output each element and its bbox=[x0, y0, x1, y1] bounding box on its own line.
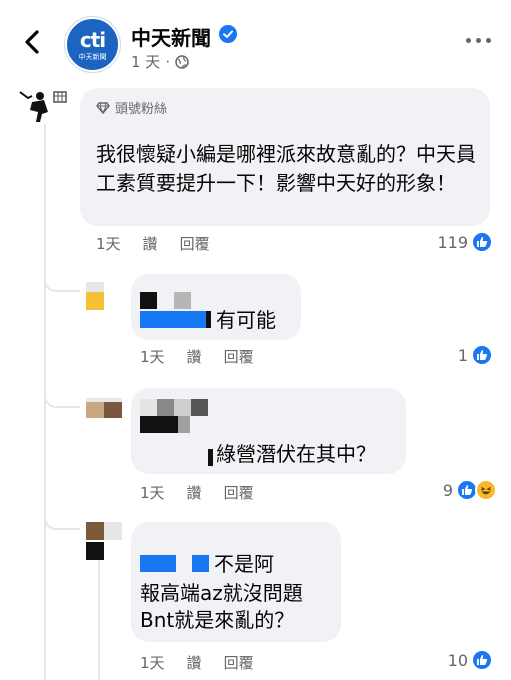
reply-actions: 1天 讚 回覆 bbox=[140, 652, 254, 673]
reaction-summary[interactable]: 10 bbox=[448, 649, 493, 671]
like-action[interactable]: 讚 bbox=[187, 482, 202, 503]
redacted-name-block bbox=[192, 555, 209, 572]
reply-avatar[interactable] bbox=[86, 398, 122, 418]
post-header: cti 中天新聞 中天新聞 1 天 · bbox=[0, 0, 511, 80]
reply-text-line: Bnt就是來亂的？ bbox=[140, 608, 295, 632]
reply-text-line: 報高端az就沒問題 bbox=[140, 581, 303, 605]
thread-branch bbox=[44, 500, 80, 530]
top-fan-diamond-icon bbox=[96, 101, 110, 114]
verified-badge-icon bbox=[219, 25, 237, 43]
reaction-count: 9 bbox=[442, 480, 453, 500]
redacted-name-block bbox=[178, 416, 190, 433]
more-horizontal-icon[interactable] bbox=[466, 38, 491, 43]
reply-avatar[interactable] bbox=[86, 282, 104, 310]
redacted-name-block bbox=[174, 292, 191, 309]
haha-reaction-icon bbox=[475, 479, 497, 501]
page-name[interactable]: 中天新聞 bbox=[131, 22, 211, 51]
reply-actions: 1天 讚 回覆 bbox=[140, 346, 254, 367]
reply-action[interactable]: 回覆 bbox=[224, 346, 254, 367]
redacted-name-block bbox=[140, 292, 157, 309]
reply-action[interactable]: 回覆 bbox=[224, 652, 254, 673]
thread-branch bbox=[44, 378, 80, 408]
post-time[interactable]: 1 天 bbox=[131, 51, 160, 72]
top-fan-label: 頭號粉絲 bbox=[115, 102, 168, 117]
redacted-tag-block bbox=[208, 449, 213, 466]
page-avatar-logo[interactable]: cti 中天新聞 bbox=[65, 17, 120, 72]
redacted-name-block bbox=[140, 555, 176, 572]
like-action[interactable]: 讚 bbox=[143, 233, 158, 254]
like-reaction-icon bbox=[471, 649, 493, 671]
reaction-summary[interactable]: 119 bbox=[437, 231, 493, 253]
chevron-left-icon[interactable] bbox=[18, 27, 48, 57]
like-action[interactable]: 讚 bbox=[187, 346, 202, 367]
reply-action[interactable]: 回覆 bbox=[180, 233, 210, 254]
reaction-count: 1 bbox=[457, 345, 468, 365]
logo-subtext: 中天新聞 bbox=[78, 53, 107, 61]
redacted-name-block bbox=[191, 399, 208, 416]
redacted-tag-block bbox=[206, 311, 211, 328]
like-action[interactable]: 讚 bbox=[187, 652, 202, 673]
redacted-name-block bbox=[140, 416, 178, 433]
reaction-count: 10 bbox=[447, 650, 468, 670]
reply-actions: 1天 讚 回覆 bbox=[140, 482, 254, 503]
redacted-name-block bbox=[174, 399, 191, 416]
redacted-name-block bbox=[140, 399, 157, 416]
post-meta: 1 天 · bbox=[131, 51, 189, 72]
comment-time[interactable]: 1天 bbox=[96, 233, 121, 254]
comment-actions: 1天 讚 回覆 bbox=[96, 233, 210, 254]
reply-action[interactable]: 回覆 bbox=[224, 482, 254, 503]
reply-time[interactable]: 1天 bbox=[140, 346, 165, 367]
redacted-tag-block bbox=[140, 311, 206, 328]
reply-time[interactable]: 1天 bbox=[140, 652, 165, 673]
reaction-summary[interactable]: 9 bbox=[443, 479, 497, 501]
reaction-count: 119 bbox=[437, 232, 468, 252]
reply-time[interactable]: 1天 bbox=[140, 482, 165, 503]
reply-text: 綠營潛伏在其中？ bbox=[216, 442, 376, 466]
reply-text: 有可能 bbox=[216, 308, 276, 332]
top-fan-badge: 頭號粉絲 bbox=[96, 98, 167, 117]
nested-thread-line bbox=[98, 558, 100, 680]
thread-branch bbox=[44, 262, 80, 292]
reply-text-line: 不是阿 bbox=[214, 552, 274, 576]
reaction-summary[interactable]: 1 bbox=[458, 344, 493, 366]
commenter-avatar[interactable] bbox=[14, 88, 70, 124]
like-reaction-icon bbox=[471, 344, 493, 366]
comment-text: 我很懷疑小編是哪裡派來故意亂的？中天員工素質要提升一下！影響中天好的形象！ bbox=[96, 142, 476, 195]
like-reaction-icon bbox=[471, 231, 493, 253]
logo-text: cti bbox=[79, 28, 106, 52]
redacted-name-block bbox=[157, 399, 174, 416]
reply-avatar[interactable] bbox=[86, 522, 122, 560]
globe-icon bbox=[175, 54, 189, 69]
separator-dot: · bbox=[165, 52, 171, 71]
